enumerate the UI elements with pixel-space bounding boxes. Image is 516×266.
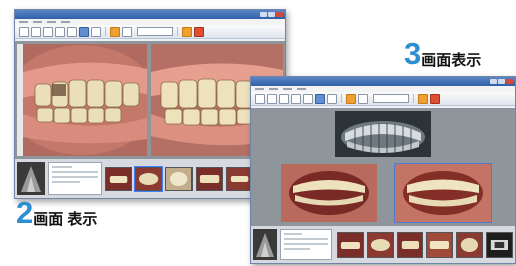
layout-3-icon[interactable] (43, 26, 53, 37)
toolbar-separator (341, 94, 342, 103)
thumbnail[interactable] (165, 167, 193, 191)
bottom-panel (15, 159, 285, 198)
delete-icon[interactable] (430, 93, 440, 104)
menu-item[interactable] (61, 21, 70, 23)
teeth-photo-image (395, 164, 491, 222)
info-line (52, 171, 98, 173)
label-text: 画面表示 (421, 52, 482, 69)
print-icon[interactable] (358, 93, 368, 104)
camera-icon[interactable] (110, 26, 120, 37)
toolbar (15, 25, 285, 39)
thumbnail[interactable] (195, 167, 223, 191)
minimize-icon[interactable] (490, 79, 497, 84)
info-line (284, 243, 328, 245)
teeth-photo-image (17, 44, 147, 156)
info-line (284, 248, 310, 250)
delete-icon[interactable] (194, 26, 204, 37)
print-icon[interactable] (122, 26, 132, 37)
teeth-photo-image (281, 164, 377, 222)
toolbar-separator (413, 94, 414, 103)
label-number: 2 (16, 195, 34, 230)
dental-photo-left[interactable] (17, 44, 147, 156)
thumbnail[interactable] (105, 167, 133, 191)
label-number: 3 (404, 36, 422, 71)
title-bar (15, 10, 285, 19)
panoramic-xray[interactable] (335, 111, 431, 157)
layout-4-icon[interactable] (291, 93, 301, 104)
zoom-icon[interactable] (79, 26, 89, 37)
info-line (52, 181, 80, 183)
patient-info-box (280, 229, 332, 260)
three-screen-display-label: 3画面表示 (404, 36, 482, 71)
menu-item[interactable] (33, 21, 42, 23)
thumbnail[interactable] (456, 232, 484, 258)
layout-5-icon[interactable] (67, 26, 77, 37)
thumbnail[interactable] (134, 166, 164, 192)
patient-field[interactable] (373, 94, 409, 103)
image-viewer (251, 108, 515, 226)
title-bar (251, 77, 515, 86)
info-line (52, 166, 72, 168)
zoom-icon[interactable] (315, 93, 325, 104)
xray-image (253, 229, 277, 260)
info-line (284, 233, 302, 235)
thumbnail[interactable] (396, 232, 424, 258)
rotate-icon[interactable] (327, 93, 337, 104)
layout-3-icon[interactable] (279, 93, 289, 104)
rotate-icon[interactable] (91, 26, 101, 37)
toolbar-separator (177, 27, 178, 36)
toolbar (251, 92, 515, 106)
close-icon[interactable] (276, 12, 283, 17)
xray-image (17, 162, 45, 195)
layout-1-icon[interactable] (19, 26, 29, 37)
layout-2-icon[interactable] (31, 26, 41, 37)
panoramic-xray-image (335, 111, 431, 157)
thumbnail[interactable] (337, 232, 364, 258)
info-line (52, 176, 98, 178)
patient-info-box (48, 162, 102, 195)
maximize-icon[interactable] (268, 12, 275, 17)
thumbnail[interactable] (426, 232, 454, 258)
thumbnail-strip (337, 232, 513, 258)
save-icon[interactable] (418, 93, 428, 104)
xray-thumbnail[interactable] (253, 229, 277, 260)
close-icon[interactable] (506, 79, 513, 84)
window-two-screen-display (14, 9, 286, 199)
save-icon[interactable] (182, 26, 192, 37)
menu-item[interactable] (255, 88, 264, 90)
info-line (284, 238, 328, 240)
menu-item[interactable] (19, 21, 28, 23)
toolbar-separator (105, 27, 106, 36)
thumbnail[interactable] (366, 232, 394, 258)
menu-item[interactable] (47, 21, 56, 23)
layout-1-icon[interactable] (255, 93, 265, 104)
maximize-icon[interactable] (498, 79, 505, 84)
menu-item[interactable] (297, 88, 306, 90)
two-screen-display-label: 2画面 表示 (16, 195, 98, 230)
layout-5-icon[interactable] (303, 93, 313, 104)
patient-field[interactable] (137, 27, 173, 36)
dental-photo-right[interactable] (394, 163, 492, 223)
layout-4-icon[interactable] (55, 26, 65, 37)
menu-item[interactable] (283, 88, 292, 90)
image-viewer (15, 41, 285, 159)
minimize-icon[interactable] (260, 12, 267, 17)
window-three-screen-display (250, 76, 516, 264)
bottom-panel (251, 226, 515, 263)
menu-item[interactable] (269, 88, 278, 90)
thumbnail[interactable] (486, 232, 513, 258)
camera-icon[interactable] (346, 93, 356, 104)
xray-thumbnail[interactable] (17, 162, 45, 195)
thumbnail[interactable] (225, 167, 253, 191)
layout-2-icon[interactable] (267, 93, 277, 104)
label-text: 画面 表示 (33, 211, 98, 228)
dental-photo-left[interactable] (281, 164, 377, 222)
